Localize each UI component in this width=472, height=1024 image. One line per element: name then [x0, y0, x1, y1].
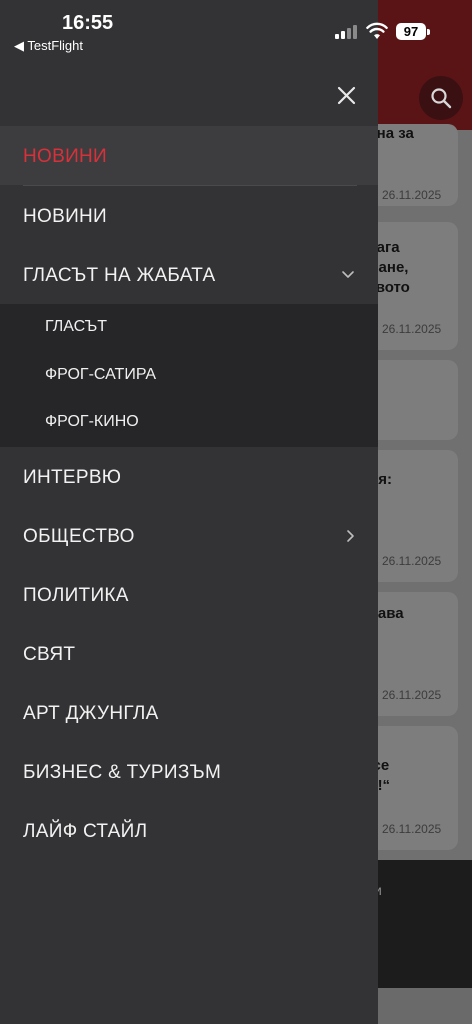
battery-level: 97 [396, 23, 426, 40]
menu-item-active[interactable]: НОВИНИ [0, 126, 378, 185]
menu-item-label: ЛАЙФ СТАЙЛ [23, 821, 148, 842]
submenu-item-frog-cinema[interactable]: ФРОГ-КИНО [0, 399, 378, 446]
menu-item-world[interactable]: СВЯТ [0, 624, 378, 683]
menu-item-label: АРТ ДЖУНГЛА [23, 703, 159, 724]
news-card-date: 26.11.2025 [382, 188, 442, 202]
battery-icon: 97 [396, 23, 430, 40]
menu-item-label: СВЯТ [23, 644, 76, 665]
submenu-item-label: ФРОГ-КИНО [45, 413, 139, 430]
menu-item-label: НОВИНИ [23, 146, 108, 167]
menu-item-label: ГЛАСЪТ НА ЖАБАТА [23, 265, 216, 286]
close-button[interactable] [332, 81, 362, 111]
menu-item-label: НОВИНИ [23, 206, 108, 227]
menu-item-society[interactable]: ОБЩЕСТВО [0, 506, 378, 565]
menu-item-label: ИНТЕРВЮ [23, 467, 122, 488]
menu-item-politics[interactable]: ПОЛИТИКА [0, 565, 378, 624]
submenu: ГЛАСЪТ ФРОГ-САТИРА ФРОГ-КИНО [0, 304, 378, 447]
menu-item-news[interactable]: НОВИНИ [0, 186, 378, 245]
menu-item-business-tourism[interactable]: БИЗНЕС & ТУРИЗЪМ [0, 742, 378, 801]
menu-item-art-jungle[interactable]: АРТ ДЖУНГЛА [0, 683, 378, 742]
menu-item-lifestyle[interactable]: ЛАЙФ СТАЙЛ [0, 801, 378, 860]
menu-item-label: ОБЩЕСТВО [23, 526, 135, 547]
news-card-date: 26.11.2025 [382, 554, 442, 568]
menu-item-label: БИЗНЕС & ТУРИЗЪМ [23, 762, 222, 783]
menu-item-label: ПОЛИТИКА [23, 585, 129, 606]
submenu-item-frog-satire[interactable]: ФРОГ-САТИРА [0, 352, 378, 399]
search-button[interactable] [419, 76, 463, 120]
navigation-drawer: НОВИНИ НОВИНИ ГЛАСЪТ НА ЖАБАТА ГЛАСЪТ ФР… [0, 0, 378, 1024]
wifi-icon [366, 22, 388, 39]
news-card-date: 26.11.2025 [382, 322, 442, 336]
back-to-app-link[interactable]: ◀ TestFlight [14, 38, 83, 54]
menu-item-interview[interactable]: ИНТЕРВЮ [0, 447, 378, 506]
submenu-item-label: ГЛАСЪТ [45, 318, 108, 335]
chevron-down-icon[interactable] [341, 270, 355, 280]
cellular-signal-icon [335, 25, 359, 39]
menu-item-frog-voice[interactable]: ГЛАСЪТ НА ЖАБАТА [0, 245, 378, 304]
news-card-date: 26.11.2025 [382, 822, 442, 836]
submenu-item-voice[interactable]: ГЛАСЪТ [0, 304, 378, 351]
submenu-item-label: ФРОГ-САТИРА [45, 366, 157, 383]
close-icon [337, 86, 356, 105]
status-time: 16:55 [62, 12, 114, 34]
news-card-date: 26.11.2025 [382, 688, 442, 702]
search-icon [431, 88, 452, 109]
chevron-right-icon[interactable] [346, 529, 356, 543]
